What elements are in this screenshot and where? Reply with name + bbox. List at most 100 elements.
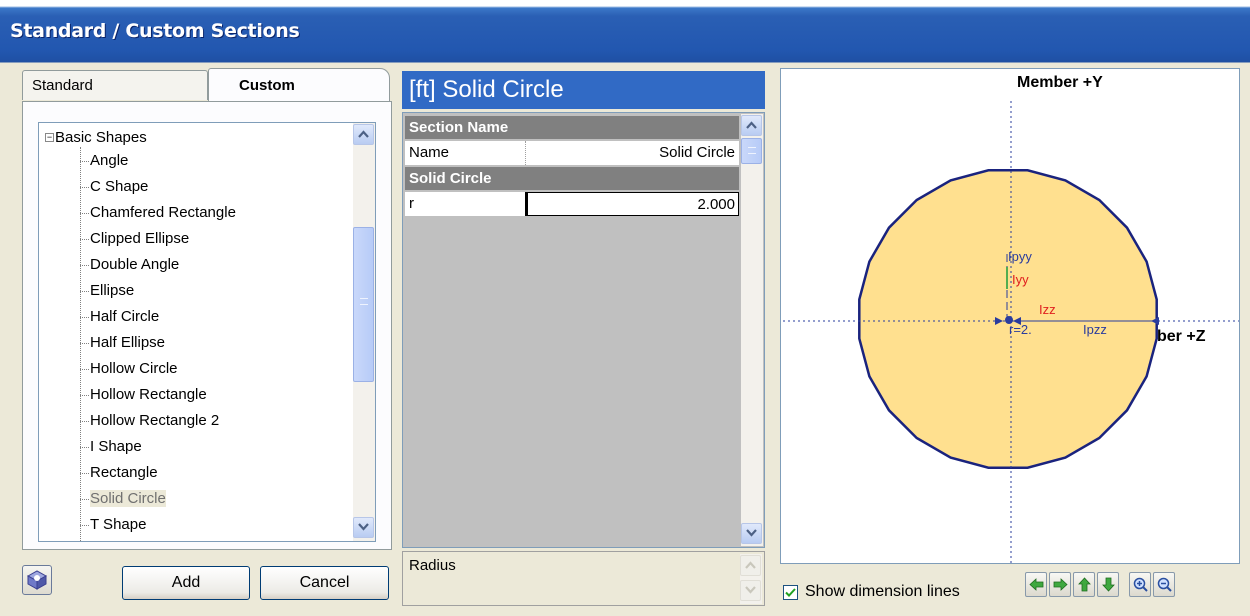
scroll-up-button <box>740 555 761 576</box>
property-key-r: r <box>409 195 414 212</box>
property-row-name[interactable]: Name Solid Circle <box>405 141 739 165</box>
scroll-thumb[interactable] <box>353 227 374 382</box>
tab-custom-label: Custom <box>239 77 295 94</box>
tree-item-rectangle[interactable]: Rectangle <box>80 460 158 486</box>
pan-right-button[interactable] <box>1049 572 1071 597</box>
cancel-button[interactable]: Cancel <box>260 566 389 600</box>
axis-z-label: ber +Z <box>1157 328 1206 345</box>
property-value-name: Solid Circle <box>659 144 735 161</box>
grip-icon <box>748 147 756 154</box>
pan-left-button[interactable] <box>1025 572 1047 597</box>
scroll-thumb[interactable] <box>741 138 762 164</box>
zoom-in-button[interactable] <box>1129 572 1151 597</box>
tree-item-half-circle[interactable]: Half Circle <box>80 304 159 330</box>
scroll-down-button[interactable] <box>353 517 374 538</box>
tree-item-label: Angle <box>90 152 129 169</box>
scroll-up-button[interactable] <box>353 124 374 145</box>
chevron-down-icon <box>745 586 756 594</box>
chevron-up-icon <box>746 121 757 129</box>
tree-item-label: I Shape <box>90 438 142 455</box>
tree-item-label: Clipped Ellipse <box>90 230 190 247</box>
property-row-r[interactable]: r 2.000 <box>405 192 739 216</box>
show-dimension-lines-label: Show dimension lines <box>805 583 960 600</box>
collapse-icon[interactable]: − <box>45 133 54 142</box>
property-grid[interactable]: Section Name Name Solid Circle Solid Cir… <box>402 112 765 548</box>
tree-item-label: Solid Circle <box>90 490 166 507</box>
section-drawing: Member +Y ber +Z Ipyy Iyy Izz Ipzz r=2. <box>783 74 1239 563</box>
zoom-out-button[interactable] <box>1153 572 1175 597</box>
scroll-up-button[interactable] <box>741 115 762 136</box>
checkmark-icon <box>785 588 796 597</box>
chevron-down-icon <box>746 529 757 537</box>
pan-down-icon <box>1102 577 1115 592</box>
tab-standard[interactable]: Standard <box>22 70 208 100</box>
property-header: [ft] Solid Circle <box>402 71 765 109</box>
property-scrollbar[interactable] <box>741 114 763 546</box>
tree-scrollbar[interactable] <box>353 123 375 541</box>
tree-item-ellipse[interactable]: Ellipse <box>80 278 134 304</box>
tree-item-label: Ellipse <box>90 282 135 299</box>
shape-tree[interactable]: − Basic Shapes Angle C Shape Chamfered Re… <box>38 122 376 542</box>
section-tabs-panel: Standard Custom − Basic Shapes Angle C Sh… <box>22 68 392 550</box>
category-section-name[interactable]: Section Name <box>405 116 739 139</box>
category-solid-circle[interactable]: Solid Circle <box>405 167 739 190</box>
tree-item-label: Half Ellipse <box>90 334 166 351</box>
tree-item-angle[interactable]: Angle <box>80 148 128 174</box>
section-preview[interactable]: Member +Y ber +Z Ipyy Iyy Izz Ipzz r=2. <box>780 68 1240 564</box>
tree-root-basic-shapes[interactable]: − Basic Shapes <box>45 128 147 148</box>
chevron-down-icon <box>358 523 369 531</box>
pan-up-icon <box>1078 577 1091 592</box>
tree-root-label: Basic Shapes <box>55 129 147 146</box>
tree-item-hollow-rectangle-2[interactable]: Hollow Rectangle 2 <box>80 408 219 434</box>
axis-y-label: Member +Y <box>1017 74 1103 91</box>
show-dimension-lines-checkbox[interactable] <box>783 585 798 600</box>
tree-item-label: Half Circle <box>90 308 160 325</box>
tree-item-chamfered-rectangle[interactable]: Chamfered Rectangle <box>80 200 236 226</box>
tree-item-label: Chamfered Rectangle <box>90 204 236 221</box>
scroll-down-button <box>740 580 761 601</box>
tree-item-c-shape[interactable]: C Shape <box>80 174 148 200</box>
zoom-in-icon <box>1133 577 1148 592</box>
tab-body: − Basic Shapes Angle C Shape Chamfered Re… <box>22 101 392 550</box>
description-scrollbar <box>740 554 762 604</box>
title-bar: Standard / Custom Sections <box>0 0 1250 72</box>
chevron-up-icon <box>745 561 756 569</box>
tree-item-double-angle[interactable]: Double Angle <box>80 252 179 278</box>
tree-item-half-ellipse[interactable]: Half Ellipse <box>80 330 165 356</box>
column-divider <box>525 141 526 165</box>
iyy-label: Iyy <box>1012 272 1029 287</box>
tree-item-label: Hollow Circle <box>90 360 178 377</box>
izz-label: Izz <box>1039 302 1056 317</box>
tree-item-clipped-ellipse[interactable]: Clipped Ellipse <box>80 226 189 252</box>
help-button[interactable] <box>22 565 52 595</box>
r-value-input[interactable]: 2.000 <box>525 192 739 216</box>
window-title: Standard / Custom Sections <box>10 20 300 42</box>
tree-item-label: Hollow Rectangle <box>90 386 207 403</box>
tree-item-label: Double Angle <box>90 256 180 273</box>
pan-left-icon <box>1029 578 1044 591</box>
tab-custom[interactable]: Custom <box>208 68 390 102</box>
help-book-icon <box>26 570 48 590</box>
tab-standard-label: Standard <box>32 77 93 94</box>
pan-right-icon <box>1053 578 1068 591</box>
ipyy-label: Ipyy <box>1008 249 1032 264</box>
scroll-down-button[interactable] <box>741 523 762 544</box>
chevron-up-icon <box>358 130 369 138</box>
add-button[interactable]: Add <box>122 566 250 600</box>
description-text: Radius <box>409 557 456 574</box>
tree-item-t-shape[interactable]: T Shape <box>80 512 146 538</box>
tree-item-label: Hollow Rectangle 2 <box>90 412 220 429</box>
radius-label: r=2. <box>1009 322 1032 337</box>
grip-icon <box>360 298 368 305</box>
tree-item-label: T Shape <box>90 516 147 533</box>
ipzz-label: Ipzz <box>1083 322 1107 337</box>
pan-down-button[interactable] <box>1097 572 1119 597</box>
property-description: Radius <box>402 551 765 606</box>
tree-item-label: Rectangle <box>90 464 158 481</box>
pan-up-button[interactable] <box>1073 572 1095 597</box>
property-key-name: Name <box>409 144 450 161</box>
tree-item-hollow-circle[interactable]: Hollow Circle <box>80 356 178 382</box>
tree-item-hollow-rectangle[interactable]: Hollow Rectangle <box>80 382 207 408</box>
tree-item-solid-circle[interactable]: Solid Circle <box>80 486 166 512</box>
tree-item-i-shape[interactable]: I Shape <box>80 434 142 460</box>
